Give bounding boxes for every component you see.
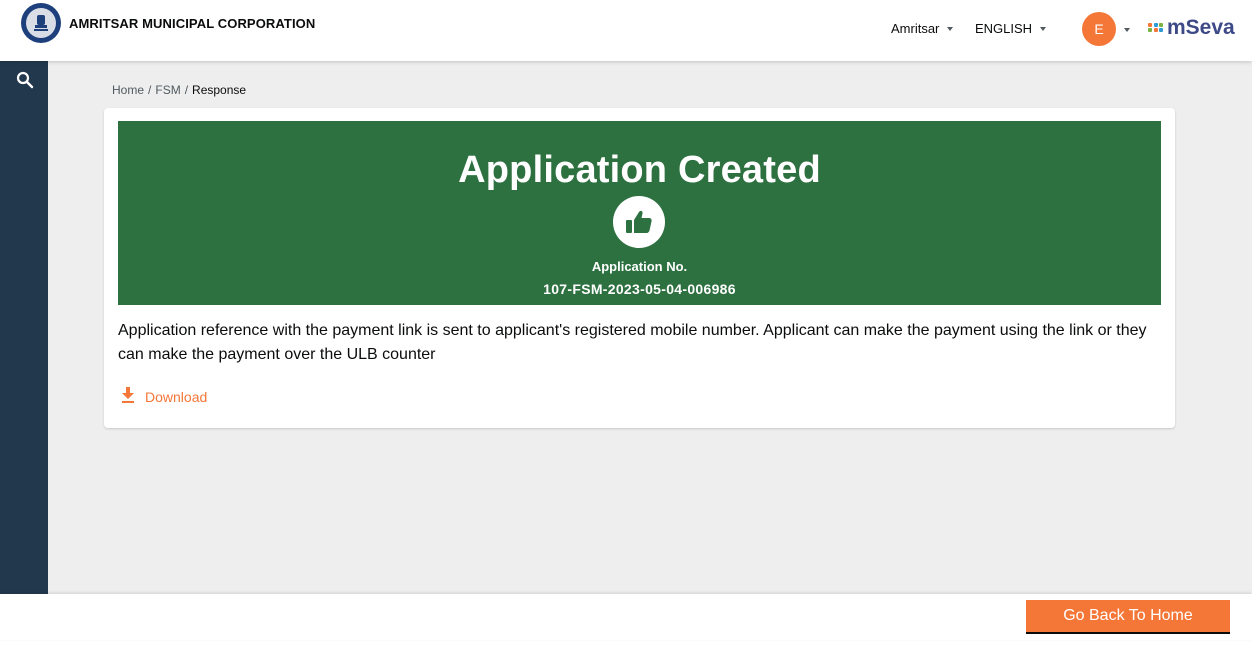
breadcrumb-separator: / — [148, 83, 152, 97]
city-label: Amritsar — [891, 21, 940, 36]
breadcrumb-current: Response — [192, 83, 247, 97]
city-dropdown[interactable]: Amritsar — [891, 21, 954, 36]
brand-text: mSeva — [1167, 16, 1235, 39]
application-number: 107-FSM-2023-05-04-006986 — [543, 281, 736, 297]
mseva-dots-icon — [1148, 22, 1163, 33]
avatar-initial: E — [1094, 21, 1104, 37]
breadcrumb: Home / FSM / Response — [112, 83, 246, 97]
language-dropdown[interactable]: ENGLISH — [975, 21, 1047, 36]
chevron-down-icon[interactable] — [1124, 28, 1130, 32]
banner-title: Application Created — [458, 149, 821, 191]
top-header: AMRITSAR MUNICIPAL CORPORATION Amritsar … — [0, 0, 1252, 61]
org-name: AMRITSAR MUNICIPAL CORPORATION — [69, 16, 316, 31]
go-back-home-button[interactable]: Go Back To Home — [1026, 600, 1230, 634]
chevron-down-icon — [1040, 26, 1047, 31]
page-bottom — [0, 640, 1252, 658]
breadcrumb-separator: / — [184, 83, 189, 97]
city-emblem-logo — [21, 3, 61, 43]
application-number-label: Application No. — [591, 259, 688, 274]
search-icon[interactable] — [16, 71, 34, 94]
info-message: Application reference with the payment l… — [118, 322, 1147, 363]
download-label: Download — [145, 388, 208, 405]
user-avatar[interactable]: E — [1082, 12, 1116, 46]
breadcrumb-home[interactable]: Home — [112, 83, 144, 97]
action-bar: Go Back To Home — [0, 594, 1252, 640]
breadcrumb-fsm[interactable]: FSM — [155, 83, 180, 97]
chevron-down-icon — [947, 26, 954, 31]
download-icon — [121, 387, 135, 406]
mseva-logo: mSeva — [1148, 17, 1235, 38]
success-banner: Application Created Application No. 107-… — [118, 121, 1161, 305]
sidebar — [0, 61, 48, 594]
download-link[interactable]: Download — [121, 387, 207, 406]
language-label: ENGLISH — [975, 21, 1033, 36]
thumbs-up-icon — [613, 196, 665, 248]
response-card: Application Created Application No. 107-… — [104, 108, 1175, 428]
